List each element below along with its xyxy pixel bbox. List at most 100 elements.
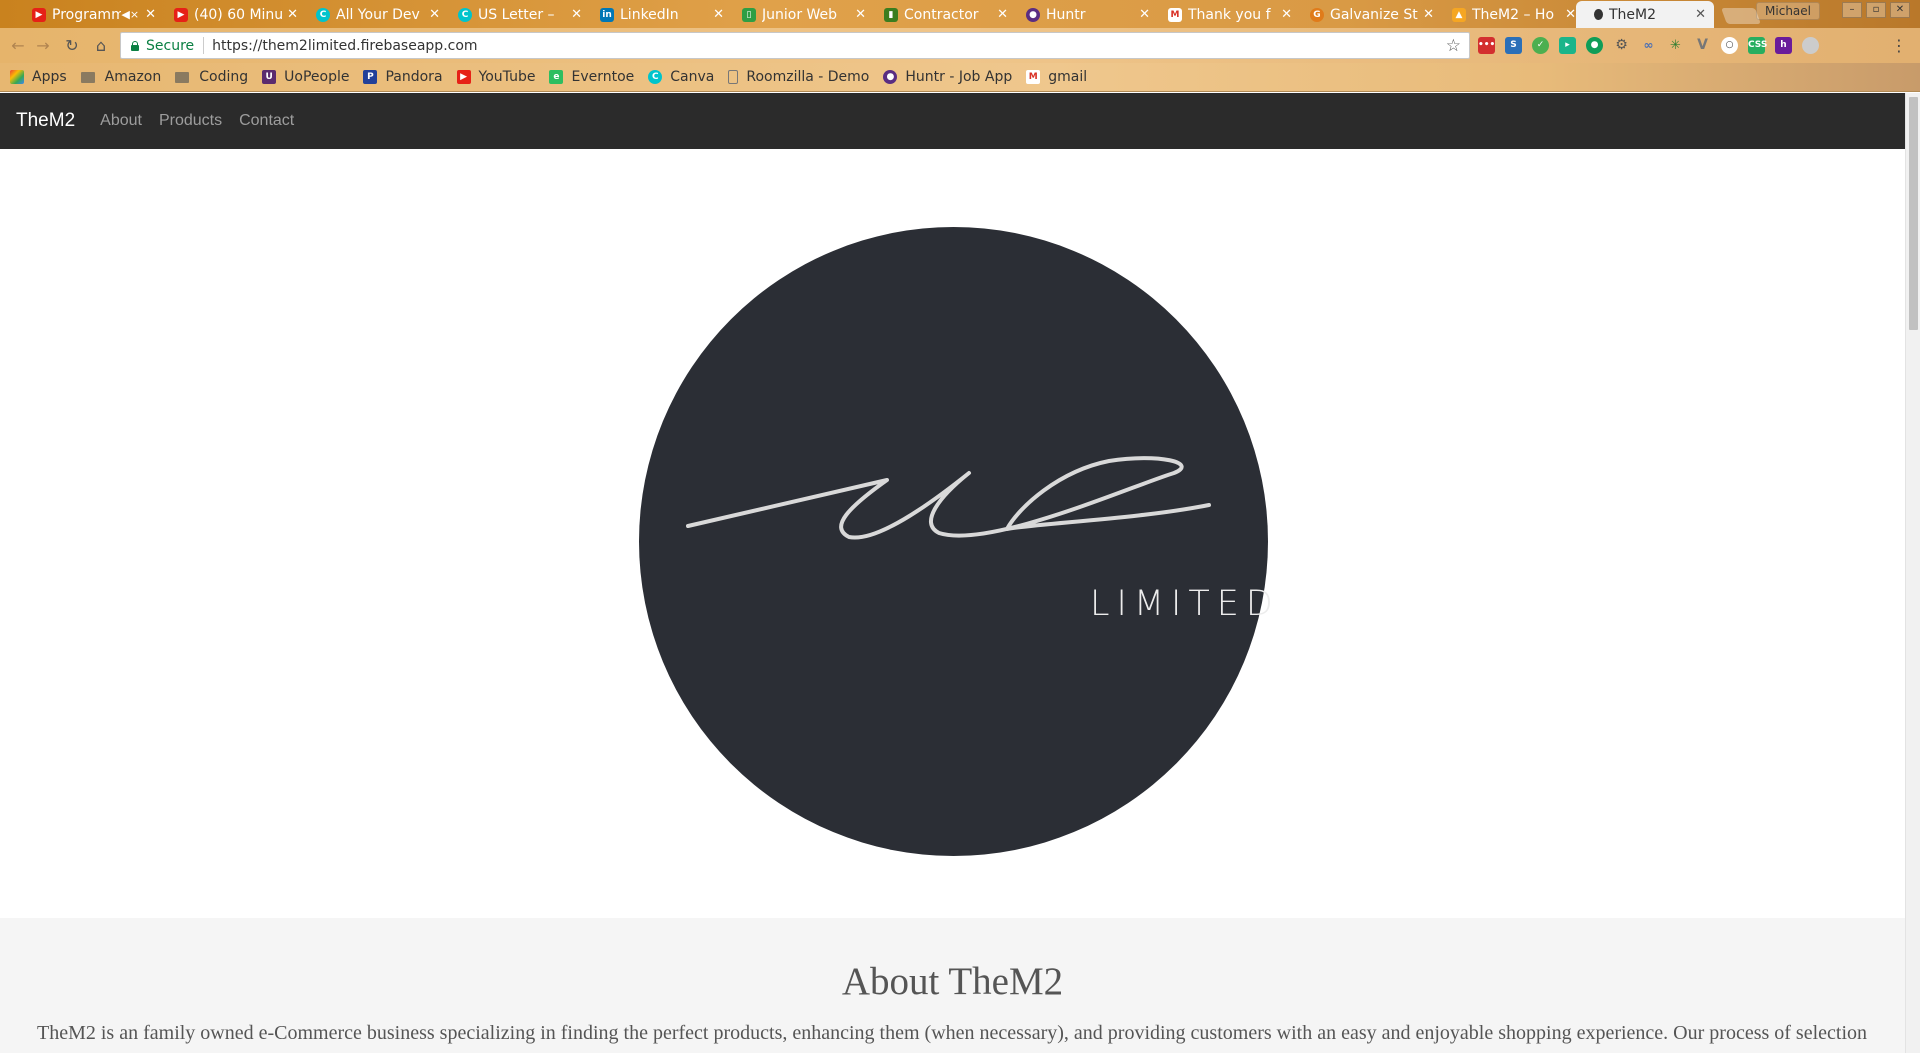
minimize-button[interactable]: –	[1842, 2, 1862, 18]
bookmarks-bar: Apps Amazon Coding U UoPeople P Pandora …	[0, 63, 1920, 92]
profile-button[interactable]: Michael	[1756, 2, 1820, 20]
puzzle-icon[interactable]: ✳	[1667, 37, 1684, 54]
chrome-menu-icon[interactable]: ⋮	[1891, 36, 1907, 56]
speaker-muted-icon[interactable]: ◀×	[121, 8, 139, 21]
close-icon[interactable]: ✕	[429, 7, 440, 22]
gear-icon[interactable]: ⚙	[1613, 37, 1630, 54]
bookmark-canva[interactable]: C Canva	[648, 69, 714, 85]
home-icon[interactable]: ⌂	[91, 36, 111, 56]
window-close-button[interactable]: ✕	[1890, 2, 1910, 18]
bookmark-label: Apps	[32, 69, 67, 85]
tab-contractor[interactable]: ▮ Contractor ✕	[866, 1, 1016, 28]
about-section: About TheM2 TheM2 is an family owned e-C…	[0, 918, 1905, 1053]
browser-toolbar: ← → ↻ ⌂ Secure https://them2limited.fire…	[0, 28, 1920, 63]
tab-title: TheM2 – Ho	[1472, 6, 1555, 23]
lastpass-icon[interactable]: •••	[1478, 37, 1495, 54]
bookmark-gmail[interactable]: M gmail	[1026, 69, 1087, 85]
maximize-button[interactable]: ▫	[1866, 2, 1886, 18]
glasses-icon[interactable]: ∞	[1640, 37, 1657, 54]
close-icon[interactable]: ✕	[571, 7, 582, 22]
close-icon[interactable]: ✕	[287, 7, 298, 22]
tab-all-your-dev[interactable]: C All Your Dev ✕	[298, 1, 448, 28]
vimium-icon[interactable]: V	[1694, 37, 1711, 54]
nav-products[interactable]: Products	[159, 112, 222, 130]
gmail-icon: M	[1168, 7, 1182, 22]
bookmark-amazon[interactable]: Amazon	[80, 69, 162, 85]
bookmark-label: YouTube	[478, 69, 536, 85]
youtube-icon: ▶	[174, 7, 188, 22]
forward-arrow-icon[interactable]: →	[33, 36, 53, 56]
youtube-icon: ▶	[32, 7, 46, 22]
scrollbar-thumb[interactable]	[1909, 97, 1918, 330]
reload-icon[interactable]: ↻	[62, 36, 82, 56]
address-bar[interactable]: Secure https://them2limited.firebaseapp.…	[120, 32, 1470, 59]
site-brand[interactable]: TheM2	[16, 110, 75, 132]
tab-programming[interactable]: ▶ Programming ◀× ✕	[14, 1, 164, 28]
divider	[203, 37, 205, 54]
doc-icon: ▯	[742, 7, 756, 22]
tab-them2-active[interactable]: TheM2 ✕	[1576, 1, 1714, 28]
nav-about[interactable]: About	[100, 112, 142, 130]
bookmark-star-icon[interactable]: ☆	[1446, 36, 1461, 56]
close-icon[interactable]: ✕	[1423, 7, 1434, 22]
honey-icon[interactable]: h	[1775, 37, 1792, 54]
page-viewport: TheM2 About Products Contact LIMITED Abo…	[0, 93, 1905, 1053]
secure-label: Secure	[146, 37, 195, 54]
bookmark-roomzilla[interactable]: Roomzilla - Demo	[728, 69, 869, 85]
close-icon[interactable]: ✕	[1565, 7, 1576, 22]
tab-title: Contractor	[904, 6, 979, 23]
close-icon[interactable]: ✕	[855, 7, 866, 22]
disabled-extension-icon[interactable]	[1802, 37, 1819, 54]
page-icon	[728, 70, 739, 84]
gmail-icon: M	[1026, 70, 1041, 84]
tab-60-minute[interactable]: ▶ (40) 60 Minute ✕	[156, 1, 306, 28]
close-icon[interactable]: ✕	[145, 7, 156, 22]
tab-us-letter[interactable]: C US Letter – ✕	[440, 1, 590, 28]
bookmark-label: Amazon	[104, 69, 162, 85]
bookmark-label: Canva	[670, 69, 715, 85]
tab-title: TheM2	[1609, 6, 1657, 23]
youtube-icon: ▶	[456, 70, 471, 84]
bookmark-pandora[interactable]: P Pandora	[363, 69, 443, 85]
tab-huntr[interactable]: ● Huntr ✕	[1008, 1, 1158, 28]
folder-icon	[175, 71, 190, 83]
back-arrow-icon[interactable]: ←	[8, 36, 28, 56]
apps-grid-icon	[10, 70, 24, 84]
firebase-icon: ▲	[1452, 7, 1466, 22]
bookmark-evernote[interactable]: e Everntoe	[549, 69, 634, 85]
tab-linkedin[interactable]: in LinkedIn ✕	[582, 1, 732, 28]
tab-title: LinkedIn	[620, 6, 679, 23]
skype-icon[interactable]: S	[1505, 37, 1522, 54]
circle-icon[interactable]: ○	[1721, 37, 1738, 54]
new-tab-button[interactable]	[1721, 8, 1761, 24]
close-icon[interactable]: ✕	[997, 7, 1008, 22]
css-icon[interactable]: CSS	[1748, 37, 1767, 54]
tab-title: Huntr	[1046, 6, 1086, 23]
hangouts-icon[interactable]: ▸	[1559, 37, 1576, 54]
page-icon	[1594, 9, 1603, 20]
bookmark-coding[interactable]: Coding	[175, 69, 248, 85]
close-icon[interactable]: ✕	[1695, 7, 1706, 22]
bookmark-label: gmail	[1048, 69, 1088, 85]
about-body: TheM2 is an family owned e-Commerce busi…	[37, 1022, 1868, 1044]
tab-them2-home[interactable]: ▲ TheM2 – Ho ✕	[1434, 1, 1584, 28]
nav-contact[interactable]: Contact	[239, 112, 294, 130]
page-scrollbar[interactable]	[1905, 93, 1920, 1053]
bookmark-youtube[interactable]: ▶ YouTube	[456, 69, 536, 85]
bookmark-huntr[interactable]: ● Huntr - Job App	[883, 69, 1012, 85]
tab-galvanize[interactable]: G Galvanize St ✕	[1292, 1, 1442, 28]
tab-title: Galvanize St	[1330, 6, 1418, 23]
tab-thank-you[interactable]: M Thank you f ✕	[1150, 1, 1300, 28]
close-icon[interactable]: ✕	[713, 7, 724, 22]
chat-icon[interactable]: ●	[1586, 37, 1603, 54]
bookmark-icon: ▮	[884, 7, 898, 22]
bookmark-apps[interactable]: Apps	[10, 69, 67, 85]
bookmark-uopeople[interactable]: U UoPeople	[262, 69, 349, 85]
tab-title: Thank you f	[1188, 6, 1271, 23]
close-icon[interactable]: ✕	[1139, 7, 1150, 22]
check-icon[interactable]: ✓	[1532, 37, 1549, 54]
logo-limited-text: LIMITED	[1090, 584, 1280, 624]
close-icon[interactable]: ✕	[1281, 7, 1292, 22]
url-text[interactable]: https://them2limited.firebaseapp.com	[212, 38, 477, 54]
tab-junior-web[interactable]: ▯ Junior Web ✕	[724, 1, 874, 28]
